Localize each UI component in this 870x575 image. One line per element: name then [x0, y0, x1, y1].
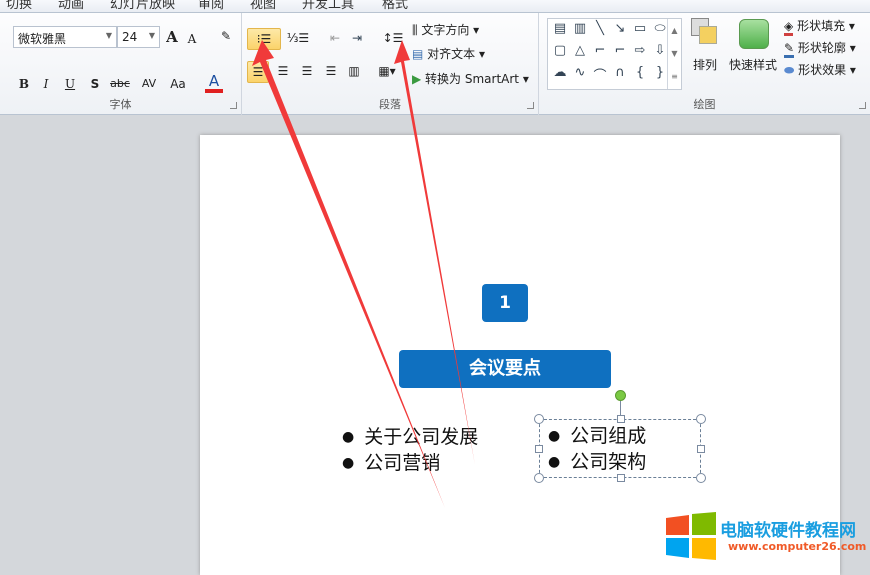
- red-arrow-bullets: [252, 40, 445, 508]
- watermark-url: www.computer26.com: [728, 540, 867, 553]
- annotation-arrows: [252, 40, 475, 508]
- windows-logo-icon: [666, 512, 716, 560]
- watermark: 电脑软硬件教程网 www.computer26.com: [666, 512, 866, 564]
- watermark-title: 电脑软硬件教程网: [720, 521, 856, 541]
- red-arrow-line-spacing: [394, 40, 475, 465]
